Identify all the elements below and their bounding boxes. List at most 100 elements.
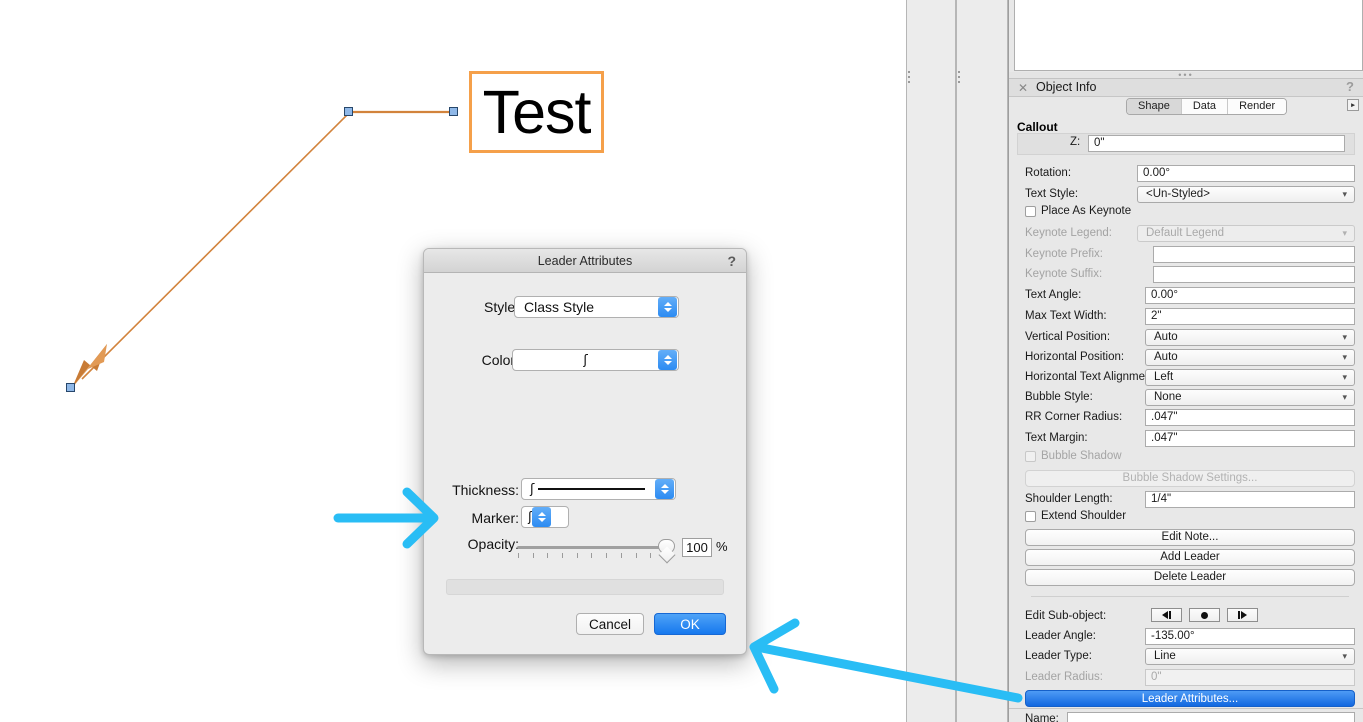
opacity-unit-label: %: [716, 539, 728, 554]
section-title: Callout: [1017, 120, 1058, 134]
close-icon[interactable]: ✕: [1018, 81, 1028, 95]
stepper-icon[interactable]: [658, 350, 677, 370]
opacity-input[interactable]: 100: [682, 538, 712, 557]
bubble-style-value: None: [1154, 391, 1182, 403]
leader-angle-input[interactable]: -135.00°: [1145, 628, 1355, 645]
chevron-down-icon: ▾: [1342, 189, 1347, 199]
chevron-down-icon: ▾: [1342, 372, 1347, 382]
text-margin-input[interactable]: .047": [1145, 430, 1355, 447]
leader-radius-input: 0": [1145, 669, 1355, 686]
style-popup[interactable]: Class Style: [514, 296, 679, 318]
keynote-legend-label: Keynote Legend:: [1025, 227, 1112, 239]
side-panel-left[interactable]: [906, 0, 956, 722]
checkbox-icon[interactable]: [1025, 206, 1036, 217]
rotation-label: Rotation:: [1025, 167, 1072, 179]
tab-group[interactable]: Shape Data Render: [1126, 98, 1288, 115]
tab-data[interactable]: Data: [1181, 99, 1229, 114]
text-angle-input[interactable]: 0.00°: [1145, 287, 1355, 304]
thickness-glyph: ʃ: [530, 481, 535, 497]
keynote-prefix-label: Keynote Prefix:: [1025, 248, 1103, 260]
leader-type-select[interactable]: Line ▾: [1145, 648, 1355, 665]
thickness-line-preview: [538, 488, 645, 490]
help-icon[interactable]: ?: [1346, 79, 1354, 94]
text-style-select[interactable]: <Un-Styled> ▾: [1137, 186, 1355, 203]
stepper-icon[interactable]: [655, 479, 674, 499]
stepper-icon[interactable]: [532, 507, 552, 527]
palette-upper-blank-area: [1014, 0, 1363, 71]
keynote-suffix-input: [1153, 266, 1355, 283]
drag-dots-icon: •••: [1178, 70, 1194, 80]
horizontal-position-value: Auto: [1154, 351, 1178, 363]
object-info-titlebar[interactable]: ✕ Object Info ?: [1009, 79, 1363, 97]
subobject-center-button[interactable]: [1189, 608, 1220, 622]
selection-handle-shoulder[interactable]: [344, 107, 353, 116]
callout-text-box[interactable]: Test: [469, 71, 604, 153]
name-input[interactable]: [1067, 712, 1355, 722]
text-angle-label: Text Angle:: [1025, 289, 1082, 301]
callout-text: Test: [482, 77, 592, 146]
panel-grip-icon[interactable]: [958, 71, 962, 89]
rotation-input[interactable]: 0.00°: [1137, 165, 1355, 182]
opacity-slider-ticks: [518, 553, 666, 558]
thickness-label: Thickness:: [452, 482, 519, 498]
marker-popup[interactable]: ʃ: [521, 506, 569, 528]
color-popup[interactable]: ʃ: [512, 349, 679, 371]
leader-type-value: Line: [1154, 650, 1176, 662]
text-margin-label: Text Margin:: [1025, 432, 1088, 444]
leader-attributes-button[interactable]: Leader Attributes...: [1025, 690, 1355, 707]
marker-glyph: ʃ: [528, 509, 533, 525]
thickness-popup[interactable]: ʃ: [521, 478, 676, 500]
chevron-down-icon: ▾: [1342, 392, 1347, 402]
leader-radius-label: Leader Radius:: [1025, 671, 1103, 683]
chevron-down-icon: ▾: [1342, 332, 1347, 342]
shoulder-length-label: Shoulder Length:: [1025, 493, 1113, 505]
opacity-slider-knob[interactable]: [658, 539, 675, 554]
bubble-shadow-label: Bubble Shadow: [1041, 450, 1122, 462]
text-style-label: Text Style:: [1025, 188, 1079, 200]
max-text-width-input[interactable]: 2": [1145, 308, 1355, 325]
bottom-separator: [1009, 708, 1363, 709]
edit-note-button[interactable]: Edit Note...: [1025, 529, 1355, 546]
horizontal-text-alignment-value: Left: [1154, 371, 1174, 383]
subobject-next-button[interactable]: [1227, 608, 1258, 622]
palette-options-icon[interactable]: ▸: [1347, 99, 1359, 111]
checkbox-icon[interactable]: [1025, 511, 1036, 522]
stepper-icon[interactable]: [658, 297, 677, 317]
horizontal-position-label: Horizontal Position:: [1025, 351, 1125, 363]
delete-leader-button[interactable]: Delete Leader: [1025, 569, 1355, 586]
bubble-style-select[interactable]: None ▾: [1145, 389, 1355, 406]
dialog-help-icon[interactable]: ?: [727, 252, 736, 270]
chevron-down-icon: ▾: [1342, 352, 1347, 362]
panel-grip-icon[interactable]: [908, 71, 912, 89]
ok-button[interactable]: OK: [654, 613, 726, 635]
tab-shape[interactable]: Shape: [1127, 99, 1182, 114]
keynote-legend-select: Default Legend ▾: [1137, 225, 1355, 242]
opacity-slider-track[interactable]: [517, 546, 670, 549]
horizontal-position-select[interactable]: Auto ▾: [1145, 349, 1355, 366]
cancel-button[interactable]: Cancel: [576, 613, 644, 635]
leader-attributes-dialog[interactable]: Leader Attributes ? Style: Class Style C…: [423, 248, 747, 655]
chevron-down-icon: ▾: [1342, 651, 1347, 661]
object-info-tab-row: Shape Data Render ▸: [1009, 97, 1363, 118]
text-style-value: <Un-Styled>: [1146, 188, 1210, 200]
selection-handle-text[interactable]: [449, 107, 458, 116]
object-info-palette[interactable]: ••• ✕ Object Info ? Shape Data Render ▸ …: [1008, 0, 1363, 722]
shoulder-length-input[interactable]: 1/4": [1145, 491, 1355, 508]
horizontal-text-alignment-label: Horizontal Text Alignment:: [1025, 371, 1158, 383]
add-leader-button[interactable]: Add Leader: [1025, 549, 1355, 566]
tab-render[interactable]: Render: [1228, 99, 1287, 114]
rr-corner-radius-input[interactable]: .047": [1145, 409, 1355, 426]
name-label: Name:: [1025, 713, 1059, 722]
subobject-previous-button[interactable]: [1151, 608, 1182, 622]
edit-subobject-button-group[interactable]: [1151, 608, 1258, 622]
max-text-width-label: Max Text Width:: [1025, 310, 1107, 322]
vertical-position-select[interactable]: Auto ▾: [1145, 329, 1355, 346]
palette-drag-handle[interactable]: •••: [1009, 70, 1363, 80]
horizontal-text-alignment-select[interactable]: Left ▾: [1145, 369, 1355, 386]
z-input[interactable]: 0": [1088, 135, 1345, 152]
selection-handle-arrow[interactable]: [66, 383, 75, 392]
bubble-shadow-settings-button: Bubble Shadow Settings...: [1025, 470, 1355, 487]
side-panel-right[interactable]: [956, 0, 1008, 722]
keynote-prefix-input: [1153, 246, 1355, 263]
bubble-style-label: Bubble Style:: [1025, 391, 1093, 403]
